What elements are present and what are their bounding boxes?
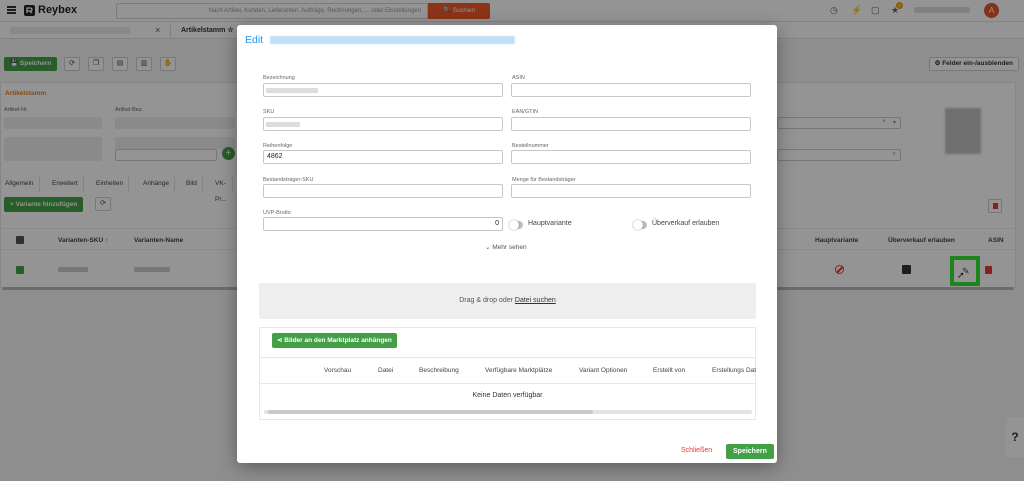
reihenfolge-label: Reihenfolge: [263, 143, 293, 149]
col-erstellt-von[interactable]: Erstellt von: [653, 367, 685, 374]
sku-label: SKU: [263, 109, 275, 115]
media-scrollbar-thumb[interactable]: [268, 410, 593, 414]
dropzone-text: Drag & drop oder Datei suchen: [259, 297, 756, 304]
share-icon: ⋖: [277, 337, 283, 344]
bezeichnung-label: Bezeichnung: [263, 75, 295, 81]
reihenfolge-field[interactable]: 4862: [263, 150, 503, 164]
empty-state: Keine Daten verfügbar: [472, 392, 543, 399]
col-vorschau[interactable]: Vorschau: [324, 367, 351, 374]
modal-title-subject: [270, 36, 515, 44]
modal-title: Edit: [245, 34, 264, 46]
menge-field[interactable]: [511, 184, 751, 198]
uvp-label: UVP-Brutto: [263, 210, 291, 216]
bestellnummer-field[interactable]: [511, 150, 751, 164]
media-table-header: Vorschau Datei Beschreibung Verfügbare M…: [260, 357, 756, 384]
bezeichnung-redacted: [266, 88, 318, 93]
bestellnummer-label: Bestellnummer: [512, 143, 549, 149]
asin-field[interactable]: [511, 83, 751, 97]
chevron-down-icon: ⌄: [485, 244, 491, 251]
dropzone-label: Drag & drop oder: [459, 297, 513, 304]
browse-file-link[interactable]: Datei suchen: [515, 297, 556, 304]
file-dropzone[interactable]: Drag & drop oder Datei suchen: [259, 283, 756, 319]
close-button[interactable]: Schließen: [681, 447, 712, 454]
col-beschreibung[interactable]: Beschreibung: [419, 367, 459, 374]
menge-label: Menge für Bestandsträger: [512, 177, 576, 183]
col-erstellungs-datum[interactable]: Erstellungs Dat: [712, 367, 756, 374]
hauptvariante-label: Hauptvariante: [528, 220, 572, 227]
ueberverkauf-toggle[interactable]: [633, 220, 647, 230]
bestandstraeger-sku-field[interactable]: [263, 184, 503, 198]
save-button[interactable]: Speichern: [726, 444, 774, 459]
show-more-link[interactable]: ⌄ Mehr sehen: [485, 243, 527, 251]
attach-to-marketplace-button[interactable]: ⋖ Bilder an den Marktplatz anhängen: [272, 333, 397, 348]
asin-label: ASIN: [512, 75, 525, 81]
bestandstraeger-sku-label: Bestandsträger-SKU: [263, 177, 314, 183]
ean-field[interactable]: [511, 117, 751, 131]
ean-label: EAN/GTIN: [512, 109, 538, 115]
sku-redacted: [266, 122, 300, 127]
ueberverkauf-label: Überverkauf erlauben: [652, 220, 720, 227]
hauptvariante-toggle[interactable]: [509, 220, 523, 230]
col-marktplaetze[interactable]: Verfügbare Marktplätze: [485, 367, 552, 374]
col-variant-optionen[interactable]: Variant Optionen: [579, 367, 627, 374]
col-datei[interactable]: Datei: [378, 367, 393, 374]
media-scrollbar[interactable]: [264, 410, 752, 414]
attach-to-marketplace-label: Bilder an den Marktplatz anhängen: [284, 337, 392, 344]
uvp-field[interactable]: 0: [263, 217, 503, 231]
show-more-label: Mehr sehen: [492, 244, 527, 251]
edit-modal: Edit Bezeichnung ASIN SKU EAN/GTIN Reihe…: [237, 25, 777, 463]
media-table: ⋖ Bilder an den Marktplatz anhängen Vors…: [259, 327, 756, 420]
